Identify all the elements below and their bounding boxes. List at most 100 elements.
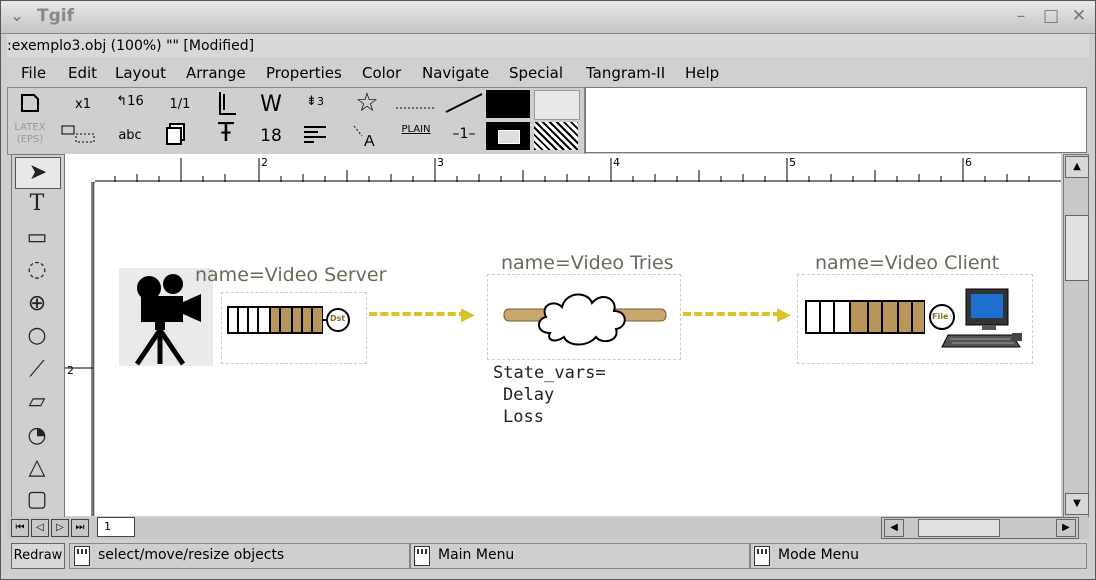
prev-page-icon[interactable]: ◁ [31, 519, 49, 537]
menu-special[interactable]: Special [509, 61, 563, 85]
h-tick-label: 4 [613, 156, 620, 169]
text-font-button[interactable]: W [256, 92, 286, 117]
ratio-button[interactable]: 1/1 [162, 97, 198, 112]
fill-pattern-swatch[interactable] [486, 122, 530, 150]
video-server-object[interactable]: Dst [221, 292, 367, 364]
rectangle-mode-icon[interactable]: ▭ [15, 223, 59, 253]
menu-help[interactable]: Help [685, 61, 719, 85]
line-spacing-value: 3 [316, 95, 324, 108]
latex-label: LATEX [14, 122, 46, 133]
line-width-button[interactable]: –1– [444, 126, 484, 142]
polyline-mode-icon[interactable]: ⟋ [15, 355, 59, 385]
status-middle-pane: Main Menu [409, 543, 751, 569]
line-width-value: 1 [459, 126, 469, 142]
select-mode-arrow-icon[interactable]: ➤ [15, 157, 61, 189]
scroll-left-icon[interactable]: ◀ [884, 519, 904, 537]
toolbox: x1 ↰16 1/1 W ⇟3 ☆ LATEX (EPS) abc Ŧ 18 A… [7, 87, 585, 155]
tgif-window: ⌄ Tgif – □ ✕ :exemplo3.obj (100%) "" [Mo… [0, 0, 1096, 580]
badge-label: Dst [330, 314, 346, 323]
line-spacing-button[interactable]: ⇟3 [298, 94, 332, 109]
state-var-item: Loss [503, 407, 544, 427]
arrow-head-icon: ▶ [777, 304, 791, 325]
text-justify-icon[interactable]: Ŧ [212, 118, 240, 148]
status-left-pane: select/move/resize objects [69, 543, 411, 569]
menu-navigate[interactable]: Navigate [422, 61, 489, 85]
polygon-mode-icon[interactable]: ▱ [15, 387, 59, 417]
scroll-down-icon[interactable]: ▼ [1065, 493, 1089, 515]
scroll-up-icon[interactable]: ▲ [1065, 156, 1089, 178]
menu-arrange[interactable]: Arrange [186, 61, 246, 85]
next-page-icon[interactable]: ▷ [51, 519, 69, 537]
ruler-corner [65, 154, 96, 183]
scroll-right-icon[interactable]: ▶ [1056, 519, 1076, 537]
oval-center-mode-icon[interactable]: ⊕ [15, 289, 59, 319]
dash-pattern-icon[interactable] [396, 100, 436, 115]
menu-properties[interactable]: Properties [266, 61, 342, 85]
eps-label: (EPS) [16, 134, 44, 145]
menu-bar: File Edit Layout Arrange Properties Colo… [7, 61, 1089, 85]
first-page-icon[interactable]: ⏮ [11, 519, 29, 537]
star-icon[interactable]: ☆ [352, 88, 382, 118]
rotate-value: 16 [127, 94, 144, 109]
latex-eps-button[interactable]: LATEX (EPS) [12, 122, 48, 146]
grid-snap-icon[interactable] [60, 122, 100, 150]
status-right-pane: Mode Menu [749, 543, 1087, 569]
status-bar: Redraw select/move/resize objects Main M… [7, 542, 1089, 570]
color-white-swatch[interactable] [534, 90, 580, 120]
drawing-canvas[interactable]: name=Video Server Dst ▶ name=Video Tries… [95, 182, 1061, 516]
line-spacing-icon: ⇟ [306, 94, 317, 109]
arc-mode-icon[interactable]: ◔ [15, 421, 59, 451]
menu-color[interactable]: Color [362, 61, 401, 85]
arrow-head-icon: ▶ [461, 304, 475, 325]
last-page-icon[interactable]: ⏭ [71, 519, 89, 537]
object-label: name=Video Client [815, 252, 1000, 274]
maximize-icon[interactable]: □ [1041, 6, 1061, 26]
horizontal-scroll-thumb[interactable] [918, 519, 1000, 537]
rotate-icon: ↰ [116, 94, 128, 109]
object-label: name=Video Server [195, 264, 387, 286]
page-tab-row: ⏮ ◁ ▷ ⏭ 1 ◀ ▶ [7, 517, 1089, 539]
menu-tangram[interactable]: Tangram-II [586, 61, 665, 85]
horizontal-ruler: 2 3 4 5 6 [95, 154, 1061, 183]
menu-layout[interactable]: Layout [115, 61, 166, 85]
mode-panel: ➤ T ▭ ◌ ⊕ ○ ⟋ ▱ ◔ △ ▢ [11, 154, 65, 518]
pen-style-button[interactable]: PLAIN [394, 124, 438, 135]
h-tick-label: 6 [965, 156, 972, 169]
file-name-line: :exemplo3.obj (100%) "" [Modified] [7, 34, 1089, 58]
video-client-object[interactable]: File [797, 274, 1033, 364]
oval-corner-mode-icon[interactable]: ◌ [15, 255, 59, 285]
h-tick-label: 2 [261, 156, 268, 169]
minimize-icon[interactable]: – [1011, 6, 1031, 26]
font-size-button[interactable]: 18 [256, 126, 286, 146]
window-menu-chevron-icon[interactable]: ⌄ [7, 6, 27, 26]
rcbox-mode-icon[interactable]: △ [15, 453, 59, 483]
vertical-scroll-thumb[interactable] [1065, 215, 1089, 281]
video-tries-object[interactable] [487, 274, 681, 360]
menu-file[interactable]: File [21, 61, 46, 85]
color-black-swatch[interactable] [486, 90, 530, 118]
copy-pages-icon[interactable] [162, 122, 190, 150]
rotate-button[interactable]: ↰16 [106, 94, 154, 109]
horizontal-scrollbar[interactable]: ◀ ▶ [881, 517, 1079, 539]
redraw-button[interactable]: Redraw [11, 543, 65, 569]
page-icon[interactable] [16, 92, 44, 118]
line-type-icon[interactable] [444, 92, 484, 118]
vertical-scrollbar[interactable]: ▲ ▼ [1063, 154, 1089, 518]
h-tick-label: 3 [437, 156, 444, 169]
text-align-icon[interactable] [300, 124, 330, 148]
state-vars-text: State_vars= Delay Loss [493, 362, 606, 428]
page-tab-1[interactable]: 1 [97, 517, 135, 537]
menu-edit[interactable]: Edit [68, 61, 97, 85]
pattern-swatch[interactable] [534, 122, 578, 150]
rounded-box-mode-icon[interactable]: ▢ [15, 485, 59, 515]
zoom-button[interactable]: x1 [68, 97, 98, 112]
text-mode-button[interactable]: abc [112, 128, 148, 143]
text-mode-icon[interactable]: T [15, 189, 59, 219]
close-icon[interactable]: ✕ [1069, 6, 1089, 26]
h-tick-label: 5 [789, 156, 796, 169]
mouse-right-icon [754, 546, 770, 566]
vertical-ruler: 2 [65, 182, 94, 516]
oval-edge-mode-icon[interactable]: ○ [15, 321, 59, 351]
text-rotate-icon[interactable]: A [350, 122, 384, 152]
mouse-middle-icon [414, 546, 430, 566]
